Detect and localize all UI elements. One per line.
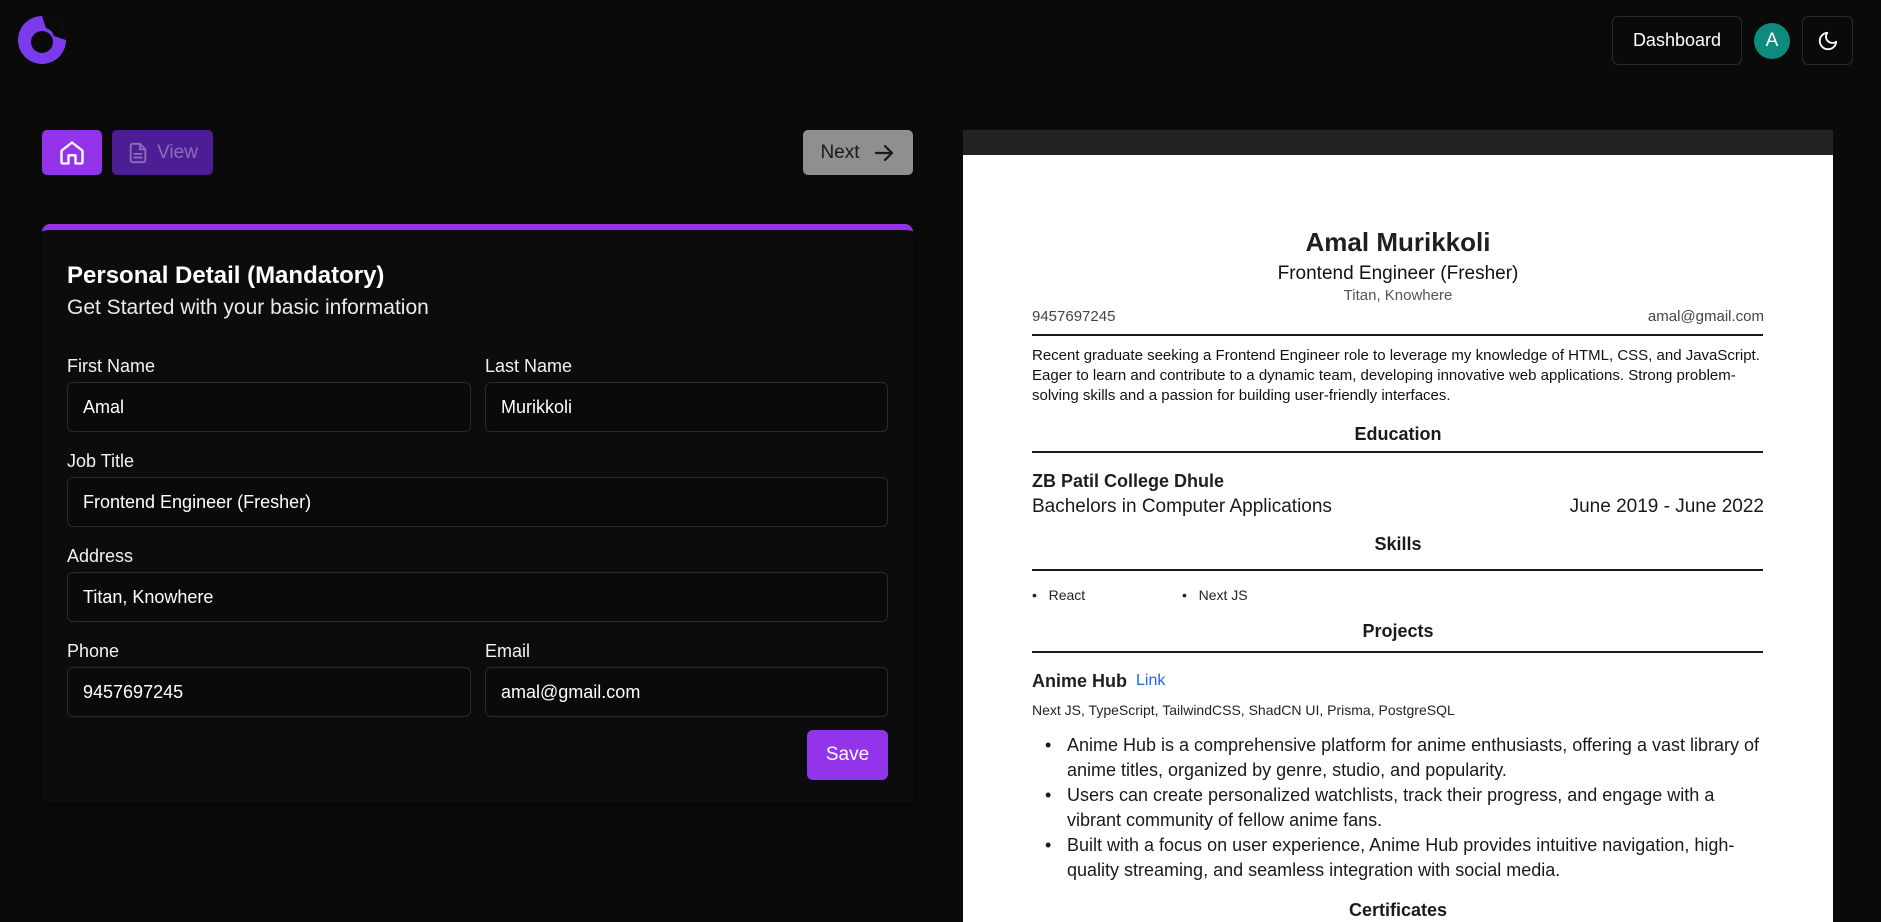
personal-detail-card: Personal Detail (Mandatory) Get Started …: [42, 224, 913, 802]
card-title: Personal Detail (Mandatory): [67, 262, 385, 289]
education-dates: June 2019 - June 2022: [1569, 496, 1764, 517]
project-bullets: Anime Hub is a comprehensive platform fo…: [1045, 733, 1767, 883]
list-item: Anime Hub is a comprehensive platform fo…: [1045, 733, 1767, 783]
list-item: Built with a focus on user experience, A…: [1045, 833, 1767, 883]
address-label: Address: [67, 546, 134, 566]
project-name: Anime Hub: [1032, 671, 1128, 691]
education-heading: Education: [1354, 424, 1442, 444]
theme-toggle-button[interactable]: [1802, 16, 1853, 65]
last-name-field[interactable]: [485, 382, 888, 432]
certificates-heading: Certificates: [1348, 900, 1448, 920]
job-title-field[interactable]: [67, 477, 888, 527]
skill-label: React: [1048, 587, 1086, 603]
arrow-right-icon: [874, 144, 893, 161]
skills-divider: [1032, 569, 1763, 571]
skill-label: Next JS: [1198, 587, 1248, 603]
email-label: Email: [485, 641, 531, 661]
next-button[interactable]: Next: [803, 130, 913, 175]
last-name-label: Last Name: [485, 356, 573, 376]
next-label: Next: [820, 141, 860, 163]
project-link[interactable]: Link: [1136, 672, 1165, 690]
phone-label: Phone: [67, 641, 120, 661]
job-title-label: Job Title: [67, 451, 135, 471]
projects-heading: Projects: [1362, 621, 1434, 641]
email-field[interactable]: [485, 667, 888, 717]
resume-summary: Recent graduate seeking a Frontend Engin…: [1032, 347, 1760, 404]
document-icon: [129, 142, 147, 163]
moon-icon: [1818, 31, 1837, 50]
address-field[interactable]: [67, 572, 888, 622]
skills-heading: Skills: [1374, 534, 1422, 554]
list-item: Users can create personalized watchlists…: [1045, 783, 1767, 833]
header-divider: [1032, 334, 1763, 336]
card-subtitle: Get Started with your basic information: [67, 296, 429, 319]
avatar[interactable]: A: [1754, 22, 1790, 59]
resume-email: amal@gmail.com: [1647, 308, 1764, 325]
resume-phone: 9457697245: [1032, 308, 1116, 325]
view-label: View: [157, 141, 198, 163]
projects-divider: [1032, 651, 1763, 653]
header-actions: Dashboard A: [1611, 16, 1853, 65]
resume-name: Amal Murikkoli: [1305, 227, 1491, 257]
resume-job-title: Frontend Engineer (Fresher): [1277, 263, 1519, 284]
dashboard-button[interactable]: Dashboard: [1611, 16, 1742, 65]
first-name-field[interactable]: [67, 382, 471, 432]
first-name-label: First Name: [67, 356, 156, 376]
education-school: ZB Patil College Dhule: [1032, 471, 1225, 491]
home-button[interactable]: [42, 130, 102, 175]
skill-item: • React: [1032, 587, 1085, 603]
skill-item: • Next JS: [1182, 587, 1248, 603]
bullet-icon: •: [1032, 587, 1049, 603]
brand-logo-icon[interactable]: [16, 14, 68, 66]
bullet-icon: •: [1182, 587, 1199, 603]
education-divider: [1032, 451, 1763, 453]
save-button[interactable]: Save: [807, 730, 888, 780]
home-icon: [60, 140, 84, 165]
education-degree: Bachelors in Computer Applications: [1032, 496, 1332, 517]
view-button[interactable]: View: [112, 130, 213, 175]
project-tech: Next JS, TypeScript, TailwindCSS, ShadCN…: [1032, 702, 1455, 718]
phone-field[interactable]: [67, 667, 471, 717]
resume-address: Titan, Knowhere: [1343, 287, 1453, 304]
resume-preview: Amal Murikkoli Frontend Engineer (Freshe…: [963, 130, 1833, 922]
